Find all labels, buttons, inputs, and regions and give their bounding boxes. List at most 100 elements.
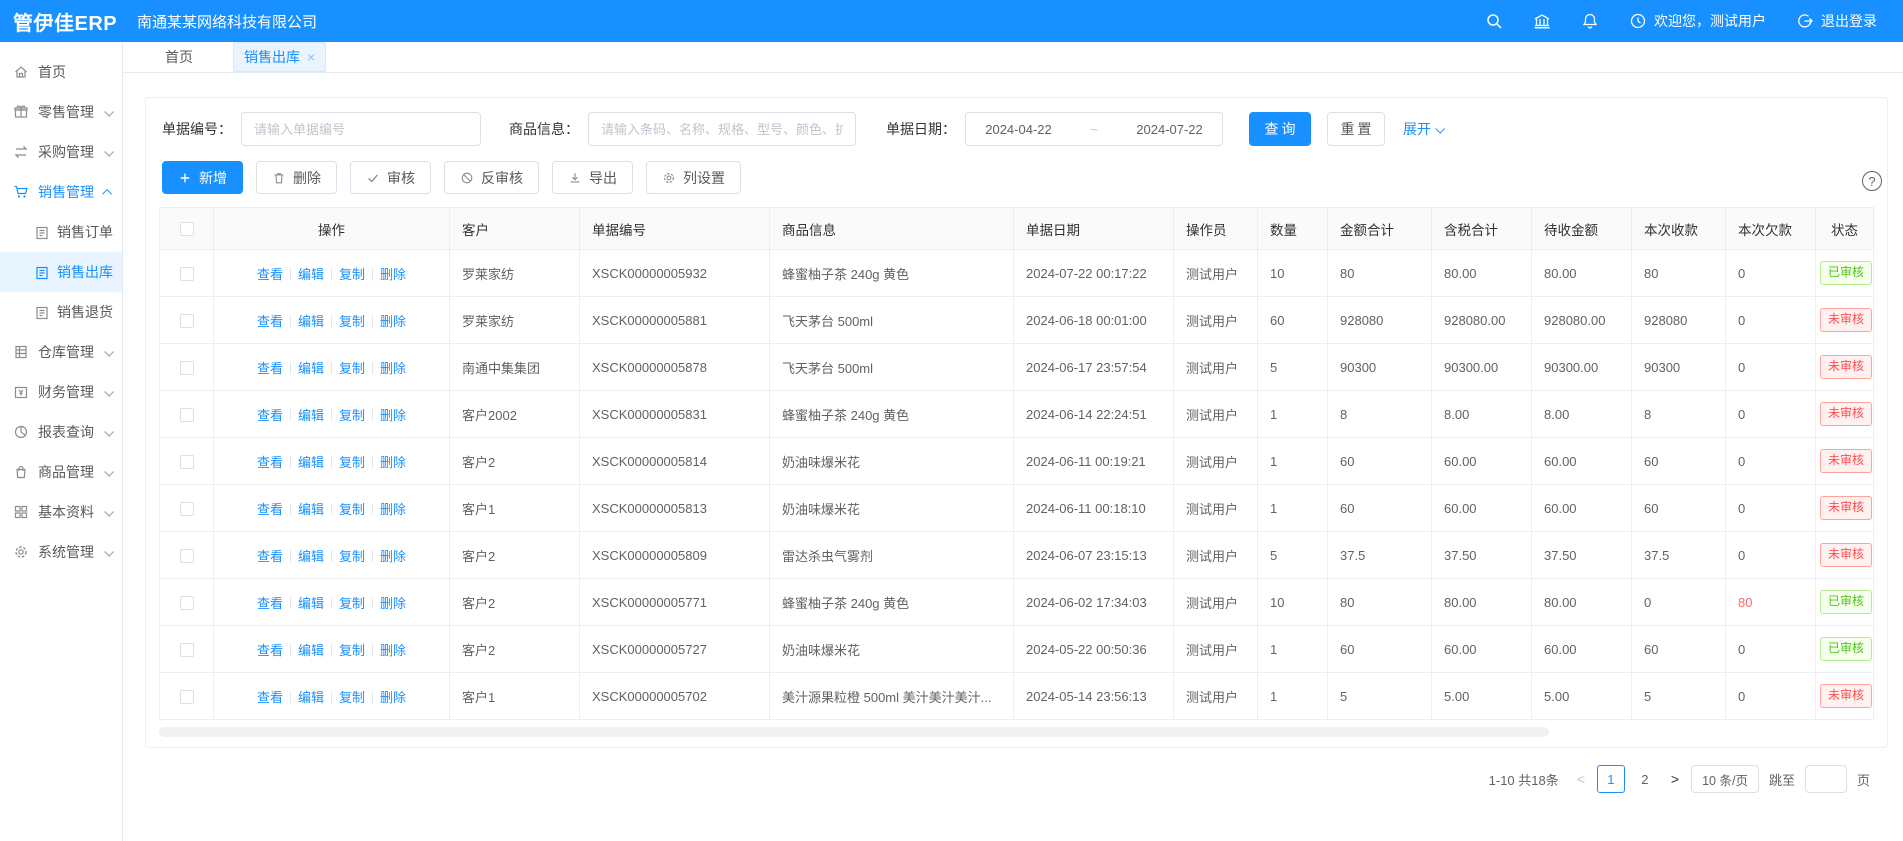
audit-button[interactable]: 审核: [350, 161, 431, 194]
action-copy-link[interactable]: 复制: [339, 314, 365, 329]
bell-icon[interactable]: [1581, 12, 1599, 30]
columns-button[interactable]: 列设置: [646, 161, 741, 194]
sidebar-item-retail[interactable]: 零售管理: [0, 92, 122, 132]
page-button-2[interactable]: 2: [1631, 765, 1659, 793]
tab-home[interactable]: 首页: [155, 43, 203, 71]
action-view-link[interactable]: 查看: [257, 502, 283, 517]
sidebar-item-basic[interactable]: 基本资料: [0, 492, 122, 532]
search-icon[interactable]: [1485, 12, 1503, 30]
add-button[interactable]: 新增: [162, 161, 243, 194]
action-delete-link[interactable]: 删除: [380, 408, 406, 423]
sidebar-item-purchase[interactable]: 采购管理: [0, 132, 122, 172]
select-all-checkbox[interactable]: [180, 222, 194, 236]
action-view-link[interactable]: 查看: [257, 690, 283, 705]
help-icon[interactable]: ?: [1862, 171, 1882, 191]
action-edit-link[interactable]: 编辑: [298, 502, 324, 517]
next-page-icon[interactable]: >: [1669, 771, 1681, 787]
expand-toggle[interactable]: 展开: [1403, 119, 1443, 139]
action-edit-link[interactable]: 编辑: [298, 690, 324, 705]
action-copy-link[interactable]: 复制: [339, 361, 365, 376]
delete-button[interactable]: 删除: [256, 161, 337, 194]
action-delete-link[interactable]: 删除: [380, 690, 406, 705]
action-view-link[interactable]: 查看: [257, 408, 283, 423]
row-checkbox[interactable]: [180, 643, 194, 657]
bank-icon[interactable]: [1533, 12, 1551, 30]
action-view-link[interactable]: 查看: [257, 549, 283, 564]
sidebar-item-system[interactable]: 系统管理: [0, 532, 122, 572]
action-view-link[interactable]: 查看: [257, 596, 283, 611]
action-delete-link[interactable]: 删除: [380, 314, 406, 329]
search-button[interactable]: 查询: [1249, 112, 1311, 146]
action-delete-link[interactable]: 删除: [380, 549, 406, 564]
receivable-cell: 8.00: [1532, 391, 1632, 438]
sidebar-item-sales-order[interactable]: 销售订单: [0, 212, 122, 252]
action-copy-link[interactable]: 复制: [339, 596, 365, 611]
action-delete-link[interactable]: 删除: [380, 643, 406, 658]
row-checkbox[interactable]: [180, 690, 194, 704]
unaudit-button[interactable]: 反审核: [444, 161, 539, 194]
action-copy-link[interactable]: 复制: [339, 455, 365, 470]
action-copy-link[interactable]: 复制: [339, 267, 365, 282]
row-checkbox[interactable]: [180, 314, 194, 328]
product-info-input[interactable]: [588, 112, 856, 146]
action-edit-link[interactable]: 编辑: [298, 549, 324, 564]
action-edit-link[interactable]: 编辑: [298, 267, 324, 282]
action-copy-link[interactable]: 复制: [339, 549, 365, 564]
action-edit-link[interactable]: 编辑: [298, 643, 324, 658]
action-delete-link[interactable]: 删除: [380, 267, 406, 282]
sidebar-item-goods[interactable]: 商品管理: [0, 452, 122, 492]
page-size-select[interactable]: 10 条/页: [1691, 765, 1759, 793]
action-view-link[interactable]: 查看: [257, 643, 283, 658]
sidebar-item-sales-return[interactable]: 销售退货: [0, 292, 122, 332]
row-checkbox[interactable]: [180, 455, 194, 469]
action-view-link[interactable]: 查看: [257, 455, 283, 470]
sidebar-item-home[interactable]: 首页: [0, 52, 122, 92]
action-delete-link[interactable]: 删除: [380, 596, 406, 611]
sidebar-item-warehouse[interactable]: 仓库管理: [0, 332, 122, 372]
reset-button[interactable]: 重置: [1327, 112, 1385, 146]
date-range-picker[interactable]: 2024-04-22 ~ 2024-07-22: [965, 112, 1223, 146]
row-checkbox[interactable]: [180, 408, 194, 422]
sidebar-item-sales[interactable]: 销售管理: [0, 172, 122, 212]
action-copy-link[interactable]: 复制: [339, 502, 365, 517]
action-edit-link[interactable]: 编辑: [298, 408, 324, 423]
order-no-input[interactable]: [241, 112, 481, 146]
action-view-link[interactable]: 查看: [257, 361, 283, 376]
date-start[interactable]: 2024-04-22: [985, 122, 1052, 137]
logout-button[interactable]: 退出登录: [1796, 11, 1877, 31]
row-checkbox[interactable]: [180, 361, 194, 375]
row-select-cell: [160, 250, 214, 297]
action-delete-link[interactable]: 删除: [380, 502, 406, 517]
action-edit-link[interactable]: 编辑: [298, 596, 324, 611]
row-checkbox[interactable]: [180, 549, 194, 563]
top-header: 管伊佳ERP 南通某某网络科技有限公司 欢迎您，测试用户 退出登录: [0, 0, 1903, 42]
close-icon[interactable]: ×: [307, 50, 315, 64]
horizontal-scrollbar[interactable]: [159, 727, 1549, 737]
action-copy-link[interactable]: 复制: [339, 690, 365, 705]
receivable-cell: 928080.00: [1532, 297, 1632, 344]
row-checkbox[interactable]: [180, 596, 194, 610]
row-checkbox[interactable]: [180, 502, 194, 516]
user-welcome[interactable]: 欢迎您，测试用户: [1629, 11, 1766, 31]
action-copy-link[interactable]: 复制: [339, 643, 365, 658]
date-label: 单据日期：: [886, 119, 956, 139]
row-checkbox[interactable]: [180, 267, 194, 281]
date-end[interactable]: 2024-07-22: [1136, 122, 1203, 137]
action-delete-link[interactable]: 删除: [380, 455, 406, 470]
action-edit-link[interactable]: 编辑: [298, 314, 324, 329]
sidebar-item-report[interactable]: 报表查询: [0, 412, 122, 452]
jump-page-input[interactable]: [1805, 765, 1847, 793]
action-edit-link[interactable]: 编辑: [298, 361, 324, 376]
sidebar-item-sales-outbound[interactable]: 销售出库: [0, 252, 122, 292]
action-copy-link[interactable]: 复制: [339, 408, 365, 423]
action-edit-link[interactable]: 编辑: [298, 455, 324, 470]
tax-total-cell: 37.50: [1432, 532, 1532, 579]
action-view-link[interactable]: 查看: [257, 314, 283, 329]
page-button-1[interactable]: 1: [1597, 765, 1625, 793]
export-button[interactable]: 导出: [552, 161, 633, 194]
action-delete-link[interactable]: 删除: [380, 361, 406, 376]
sidebar-item-finance[interactable]: 财务管理: [0, 372, 122, 412]
tab-sales-outbound[interactable]: 销售出库 ×: [233, 42, 326, 72]
action-view-link[interactable]: 查看: [257, 267, 283, 282]
prev-page-icon[interactable]: <: [1575, 771, 1587, 787]
